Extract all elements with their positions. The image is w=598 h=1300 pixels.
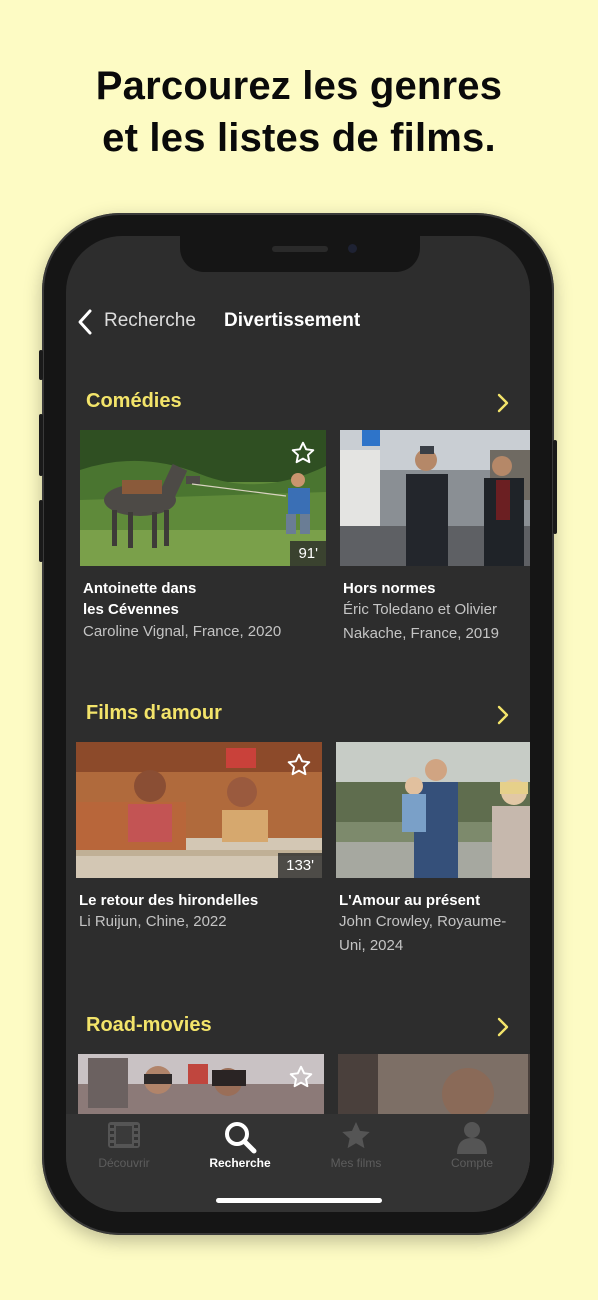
film-meta-line-2: Nakache, France, 2019 — [343, 625, 499, 642]
film-meta-line-1: John Crowley, Royaume- — [339, 913, 507, 930]
film-meta: Éric Toledano et Olivier Nakache, France… — [343, 598, 530, 646]
mute-switch — [39, 350, 43, 380]
navigation-bar: Recherche Divertissement — [66, 304, 530, 340]
front-camera — [348, 244, 357, 253]
tab-compte[interactable]: Compte — [414, 1114, 530, 1184]
user-icon — [457, 1122, 487, 1154]
star-outline-icon[interactable] — [288, 1064, 314, 1090]
duration-badge: 91' — [290, 541, 326, 566]
film-title: Hors normes — [343, 580, 436, 597]
star-outline-icon[interactable] — [286, 752, 312, 778]
film-title: Antoinette dans les Cévennes — [83, 578, 323, 620]
app-screen: Recherche Divertissement Comédies 91' An… — [66, 236, 530, 1212]
chevron-right-icon[interactable] — [496, 704, 510, 726]
film-poster[interactable]: 133' — [76, 742, 322, 878]
film-meta: Caroline Vignal, France, 2020 — [83, 623, 282, 640]
section-title[interactable]: Comédies — [86, 390, 182, 413]
notch — [180, 236, 420, 272]
poster-image — [336, 742, 530, 878]
film-poster[interactable] — [336, 742, 530, 878]
star-icon — [342, 1122, 370, 1149]
chevron-right-icon[interactable] — [496, 1016, 510, 1038]
duration-badge: 133' — [278, 853, 322, 878]
film-icon — [108, 1122, 140, 1148]
back-button[interactable]: Recherche — [104, 310, 196, 332]
tab-label: Mes films — [330, 1156, 382, 1170]
section-title[interactable]: Films d'amour — [86, 702, 222, 725]
search-icon — [225, 1122, 257, 1154]
volume-up-button — [39, 414, 43, 476]
film-title-line-2: les Cévennes — [83, 601, 179, 618]
tab-decouvrir[interactable]: Découvrir — [66, 1114, 182, 1184]
tab-mes-films[interactable]: Mes films — [298, 1114, 414, 1184]
section-title[interactable]: Road-movies — [86, 1014, 212, 1037]
film-poster[interactable] — [340, 430, 530, 566]
film-meta: Li Ruijun, Chine, 2022 — [79, 913, 227, 930]
back-chevron-icon[interactable] — [76, 308, 94, 336]
chevron-right-icon[interactable] — [496, 392, 510, 414]
film-title: L'Amour au présent — [339, 892, 481, 909]
poster-image — [340, 430, 530, 566]
tab-label: Recherche — [209, 1156, 271, 1170]
film-meta: John Crowley, Royaume- Uni, 2024 — [339, 910, 530, 958]
film-meta-line-1: Éric Toledano et Olivier — [343, 601, 497, 618]
headline: Parcourez les genres et les listes de fi… — [0, 60, 598, 164]
film-meta-line-2: Uni, 2024 — [339, 937, 404, 954]
headline-line-1: Parcourez les genres — [95, 64, 503, 108]
tab-label: Compte — [450, 1156, 494, 1170]
page-title: Divertissement — [224, 310, 361, 331]
headline-line-2: et les listes de films. — [102, 116, 496, 160]
power-button — [553, 440, 557, 534]
home-indicator[interactable] — [216, 1198, 382, 1203]
tab-label: Découvrir — [98, 1156, 150, 1170]
volume-down-button — [39, 500, 43, 562]
tab-recherche[interactable]: Recherche — [182, 1114, 298, 1184]
speaker — [272, 246, 328, 252]
star-outline-icon[interactable] — [290, 440, 316, 466]
film-title: Le retour des hirondelles — [79, 892, 259, 909]
film-poster[interactable]: 91' — [80, 430, 326, 566]
film-title-line-1: Antoinette dans — [83, 580, 197, 597]
